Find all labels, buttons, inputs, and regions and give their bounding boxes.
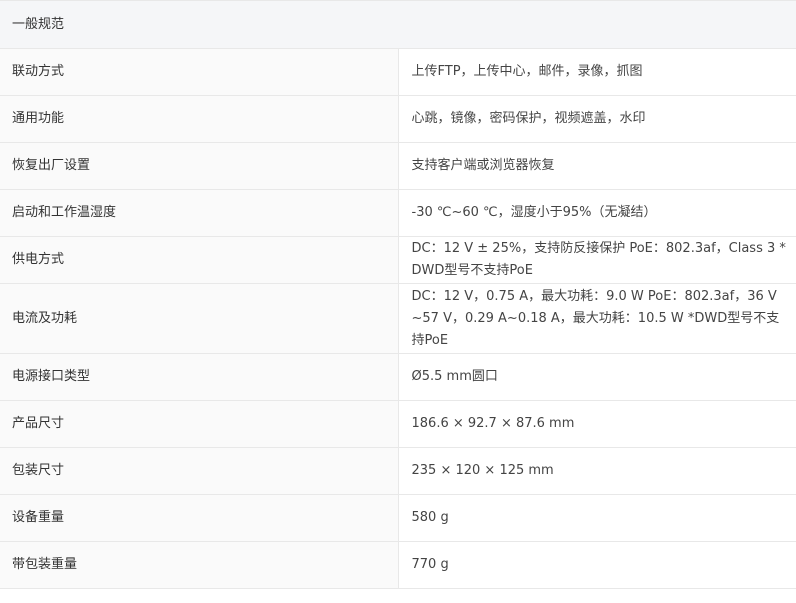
table-row: 通用功能 心跳，镜像，密码保护，视频遮盖，水印 xyxy=(0,95,796,143)
table-row: 产品尺寸 186.6 × 92.7 × 87.6 mm xyxy=(0,400,796,448)
row-label: 供电方式 xyxy=(0,236,399,284)
section-title: 一般规范 xyxy=(0,0,796,49)
row-label: 产品尺寸 xyxy=(0,400,399,448)
row-value: -30 ℃~60 ℃，湿度小于95%（无凝结） xyxy=(398,189,796,237)
table-row: 电源接口类型 Ø5.5 mm圆口 xyxy=(0,353,796,401)
table-row: 包装尺寸 235 × 120 × 125 mm xyxy=(0,447,796,495)
table-row: 启动和工作温湿度 -30 ℃~60 ℃，湿度小于95%（无凝结） xyxy=(0,189,796,237)
row-value: Ø5.5 mm圆口 xyxy=(398,353,796,401)
row-label: 通用功能 xyxy=(0,95,399,143)
row-value: DC：12 V ± 25%，支持防反接保护 PoE：802.3af，Class … xyxy=(398,236,796,284)
table-row: 供电方式 DC：12 V ± 25%，支持防反接保护 PoE：802.3af，C… xyxy=(0,236,796,284)
row-value: 心跳，镜像，密码保护，视频遮盖，水印 xyxy=(398,95,796,143)
row-value: 770 g xyxy=(398,541,796,589)
row-label: 包装尺寸 xyxy=(0,447,399,495)
row-label: 电源接口类型 xyxy=(0,353,399,401)
table-row: 设备重量 580 g xyxy=(0,494,796,542)
table-row: 电流及功耗 DC：12 V，0.75 A，最大功耗：9.0 W PoE：802.… xyxy=(0,283,796,354)
table-row: 联动方式 上传FTP，上传中心，邮件，录像，抓图 xyxy=(0,48,796,96)
table-row: 带包装重量 770 g xyxy=(0,541,796,589)
row-label: 恢复出厂设置 xyxy=(0,142,399,190)
row-value: 580 g xyxy=(398,494,796,542)
table-row: 恢复出厂设置 支持客户端或浏览器恢复 xyxy=(0,142,796,190)
row-value: 支持客户端或浏览器恢复 xyxy=(398,142,796,190)
section-header-row: 一般规范 xyxy=(0,0,796,49)
row-label: 联动方式 xyxy=(0,48,399,96)
spec-table: 一般规范 联动方式 上传FTP，上传中心，邮件，录像，抓图 通用功能 心跳，镜像… xyxy=(0,0,796,589)
row-label: 带包装重量 xyxy=(0,541,399,589)
row-label: 设备重量 xyxy=(0,494,399,542)
row-label: 电流及功耗 xyxy=(0,283,399,354)
row-label: 启动和工作温湿度 xyxy=(0,189,399,237)
row-value: DC：12 V，0.75 A，最大功耗：9.0 W PoE：802.3af，36… xyxy=(398,283,796,354)
row-value: 上传FTP，上传中心，邮件，录像，抓图 xyxy=(398,48,796,96)
row-value: 235 × 120 × 125 mm xyxy=(398,447,796,495)
row-value: 186.6 × 92.7 × 87.6 mm xyxy=(398,400,796,448)
